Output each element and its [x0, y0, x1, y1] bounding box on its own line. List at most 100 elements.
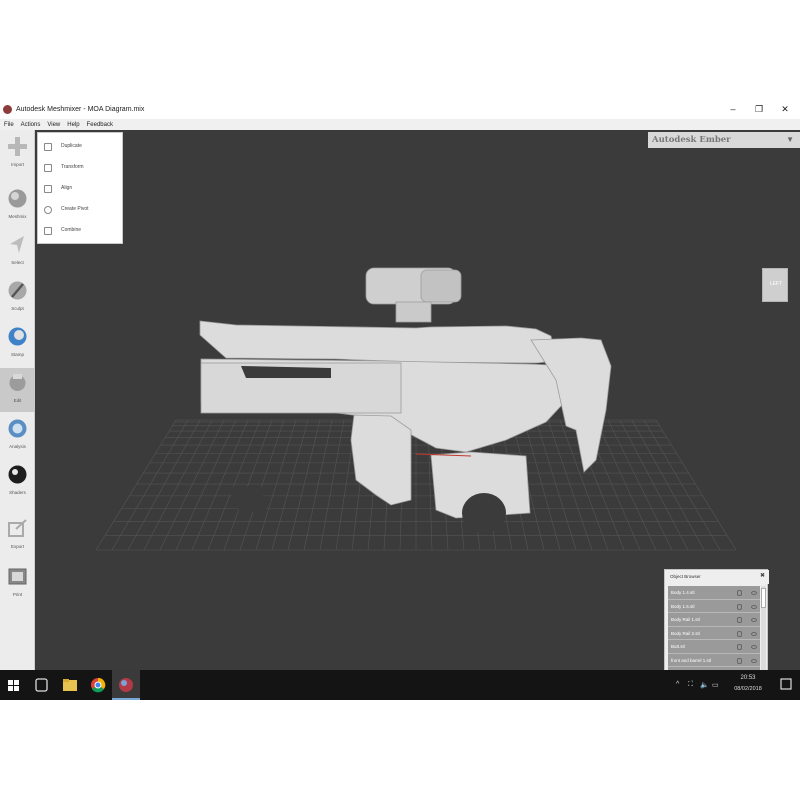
analysis-icon [8, 419, 27, 438]
eye-icon[interactable] [751, 645, 757, 649]
close-icon[interactable]: ✖ [760, 572, 765, 579]
object-name: Butt.stl [671, 644, 685, 649]
sphere-icon [8, 189, 27, 208]
window-title: Autodesk Meshmixer - MOA Diagram.mix [16, 106, 145, 113]
view-cube[interactable]: LEFT [762, 268, 788, 302]
combine-icon [44, 227, 52, 235]
clock-date[interactable]: 08/02/2018 [726, 686, 770, 692]
title-bar: Autodesk Meshmixer - MOA Diagram.mix – ❐… [0, 100, 800, 119]
windows-taskbar: ^ ⛶ 🔈 ▭ 20:53 08/02/2018 [0, 670, 800, 700]
edit-item-label: Align [61, 185, 73, 191]
edit-item-label: Combine [61, 227, 82, 233]
object-name: Body 1.4.stl [671, 590, 695, 595]
object-name: Body Rail 1.stl [671, 617, 700, 622]
lock-icon[interactable] [737, 657, 742, 664]
edit-align[interactable]: Align [38, 179, 124, 199]
chrome-button[interactable] [84, 670, 112, 700]
menu-actions[interactable]: Actions [21, 122, 41, 128]
folder-icon [63, 679, 77, 691]
object-list-item[interactable]: Body Rail 2.stl [668, 626, 760, 640]
tool-shaders[interactable]: Shaders [0, 460, 35, 504]
notifications-button[interactable] [772, 670, 800, 700]
chrome-icon [91, 677, 106, 693]
view-cube-label: LEFT [769, 281, 783, 287]
menu-view[interactable]: View [47, 122, 60, 128]
edit-create-pivot[interactable]: Create Pivot [38, 200, 124, 220]
clock-time[interactable]: 20:53 [726, 675, 770, 681]
object-browser-title: Object Browser [670, 574, 701, 579]
edit-combine[interactable]: Combine [38, 221, 124, 241]
volume-icon[interactable]: 🔈 [700, 681, 709, 689]
meshmixer-taskbar-button[interactable] [112, 670, 140, 700]
maximize-button[interactable]: ❐ [746, 100, 772, 119]
menu-file[interactable]: File [4, 122, 14, 128]
ember-panel-header[interactable]: Autodesk Ember ▼ [648, 132, 800, 148]
tool-label: Export [10, 544, 24, 549]
tool-meshmix[interactable]: Meshmix [0, 184, 35, 228]
eye-icon[interactable] [751, 618, 757, 622]
scroll-thumb[interactable] [761, 588, 766, 608]
edit-item-label: Duplicate [61, 143, 82, 149]
lock-icon[interactable] [737, 630, 742, 637]
lock-icon[interactable] [737, 590, 742, 596]
object-browser-header: Object Browser ✖ [665, 570, 769, 584]
screen: Autodesk Meshmixer - MOA Diagram.mix – ❐… [0, 100, 800, 700]
file-explorer-button[interactable] [56, 670, 84, 700]
lock-icon[interactable] [737, 603, 742, 610]
tool-import[interactable]: Import [0, 132, 35, 176]
left-toolbar: Import Meshmix Select Sculpt Stamp Edit … [0, 130, 35, 670]
object-name: Body Rail 2.stl [671, 630, 700, 636]
menu-help[interactable]: Help [67, 122, 79, 128]
tool-sculpt[interactable]: Sculpt [0, 276, 35, 320]
start-button[interactable] [0, 670, 28, 700]
shader-icon [8, 465, 27, 484]
network-icon[interactable]: ⛶ [688, 681, 693, 689]
menu-feedback[interactable]: Feedback [87, 122, 113, 128]
tool-label: Analysis [9, 444, 26, 449]
tool-stamp[interactable]: Stamp [0, 322, 35, 366]
tool-print[interactable]: Print [0, 562, 35, 606]
tool-label: Select [11, 260, 24, 265]
filter-icon[interactable]: ▼ [786, 135, 794, 144]
brush-icon [8, 281, 27, 300]
meshmixer-app-icon [3, 105, 12, 114]
edit-icon [9, 374, 26, 391]
ember-title: Autodesk Ember [652, 135, 731, 145]
close-button[interactable]: ✕ [772, 100, 798, 119]
align-icon [44, 185, 52, 193]
eye-icon[interactable] [751, 658, 757, 663]
object-list-item[interactable]: Body 1.4.stl [668, 586, 760, 600]
tool-analysis[interactable]: Analysis [0, 414, 35, 458]
edit-transform[interactable]: Transform [38, 158, 124, 178]
eye-icon[interactable] [751, 591, 757, 595]
pivot-icon [44, 206, 52, 214]
object-list-item[interactable]: front and barrel 1.stl [668, 653, 760, 667]
eye-icon[interactable] [751, 604, 757, 609]
object-list-item[interactable]: Body 1.5.stl [668, 599, 760, 613]
stamp-icon [8, 327, 27, 346]
tool-export[interactable]: Export [0, 514, 35, 558]
windows-logo-icon [8, 680, 19, 691]
export-icon [8, 519, 27, 537]
tool-label: Print [12, 592, 23, 597]
tray-chevron-icon[interactable]: ^ [676, 681, 679, 688]
edit-item-label: Transform [61, 164, 84, 170]
minimize-button[interactable]: – [720, 100, 746, 119]
tool-select[interactable]: Select [0, 230, 35, 274]
print-icon [8, 568, 27, 585]
tool-label: Stamp [10, 352, 24, 357]
lock-icon[interactable] [737, 617, 742, 623]
edit-item-label: Create Pivot [61, 206, 89, 212]
keyboard-icon[interactable]: ▭ [712, 681, 719, 689]
task-view-button[interactable] [28, 670, 56, 700]
tool-label: Meshmix [8, 214, 27, 219]
edit-duplicate[interactable]: Duplicate [38, 137, 124, 157]
plus-icon [8, 137, 27, 156]
object-name: Body 1.5.stl [671, 603, 695, 609]
menu-bar: File Actions View Help Feedback [0, 119, 800, 130]
tool-edit[interactable]: Edit [0, 368, 35, 412]
eye-icon[interactable] [751, 631, 757, 636]
lock-icon[interactable] [737, 644, 742, 650]
object-list-item[interactable]: Butt.stl [668, 640, 760, 654]
object-list-item[interactable]: Body Rail 1.stl [668, 613, 760, 627]
